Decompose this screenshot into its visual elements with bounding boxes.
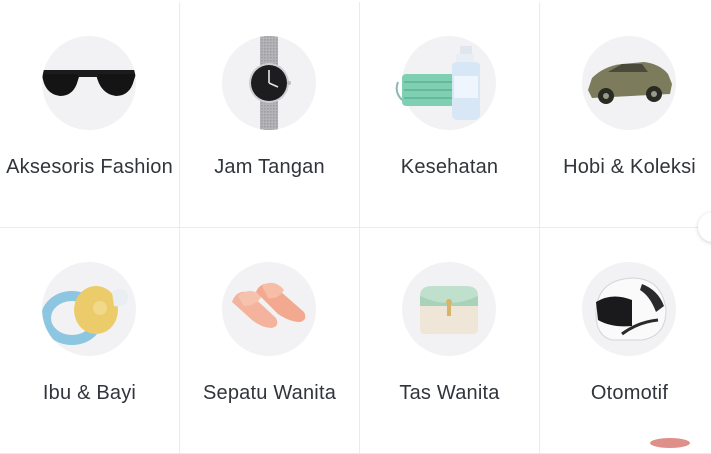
category-label: Ibu & Bayi [42, 382, 137, 404]
wristwatch-icon [249, 36, 291, 130]
helmet-icon [595, 277, 667, 341]
category-aksesoris-fashion[interactable]: Aksesoris Fashion [0, 2, 180, 228]
category-label: Sepatu Wanita [202, 382, 337, 404]
category-hobi-koleksi[interactable]: Hobi & Koleksi [540, 2, 711, 228]
category-label: Aksesoris Fashion [6, 156, 173, 178]
category-grid: Aksesoris Fashion Jam Tangan Kesehatan H… [0, 2, 711, 454]
category-jam-tangan[interactable]: Jam Tangan [180, 2, 360, 228]
category-label: Kesehatan [400, 156, 499, 178]
pacifier-icon [42, 286, 128, 345]
category-icon-circle [402, 262, 496, 356]
category-icon-circle [582, 36, 676, 130]
category-sepatu-wanita[interactable]: Sepatu Wanita [180, 228, 360, 454]
category-icon-circle [582, 262, 676, 356]
category-icon-circle [222, 262, 316, 356]
toy-car-icon [588, 62, 672, 104]
category-tas-wanita[interactable]: Tas Wanita [360, 228, 540, 454]
category-icon-circle [42, 262, 136, 356]
category-ibu-bayi[interactable]: Ibu & Bayi [0, 228, 180, 454]
mask-sanitizer-icon [395, 46, 480, 120]
category-icon-circle [42, 36, 136, 130]
category-label: Tas Wanita [399, 382, 500, 404]
partial-category-icon [650, 438, 690, 448]
sunglasses-icon [42, 70, 136, 96]
category-icon-circle [222, 36, 316, 130]
category-label: Otomotif [590, 382, 669, 404]
category-label: Hobi & Koleksi [563, 156, 696, 178]
handbag-icon [420, 286, 478, 334]
category-label: Jam Tangan [214, 156, 325, 178]
category-icon-circle [395, 36, 496, 130]
category-kesehatan[interactable]: Kesehatan [360, 2, 540, 228]
sandals-icon [232, 282, 306, 328]
category-otomotif[interactable]: Otomotif [540, 228, 711, 454]
